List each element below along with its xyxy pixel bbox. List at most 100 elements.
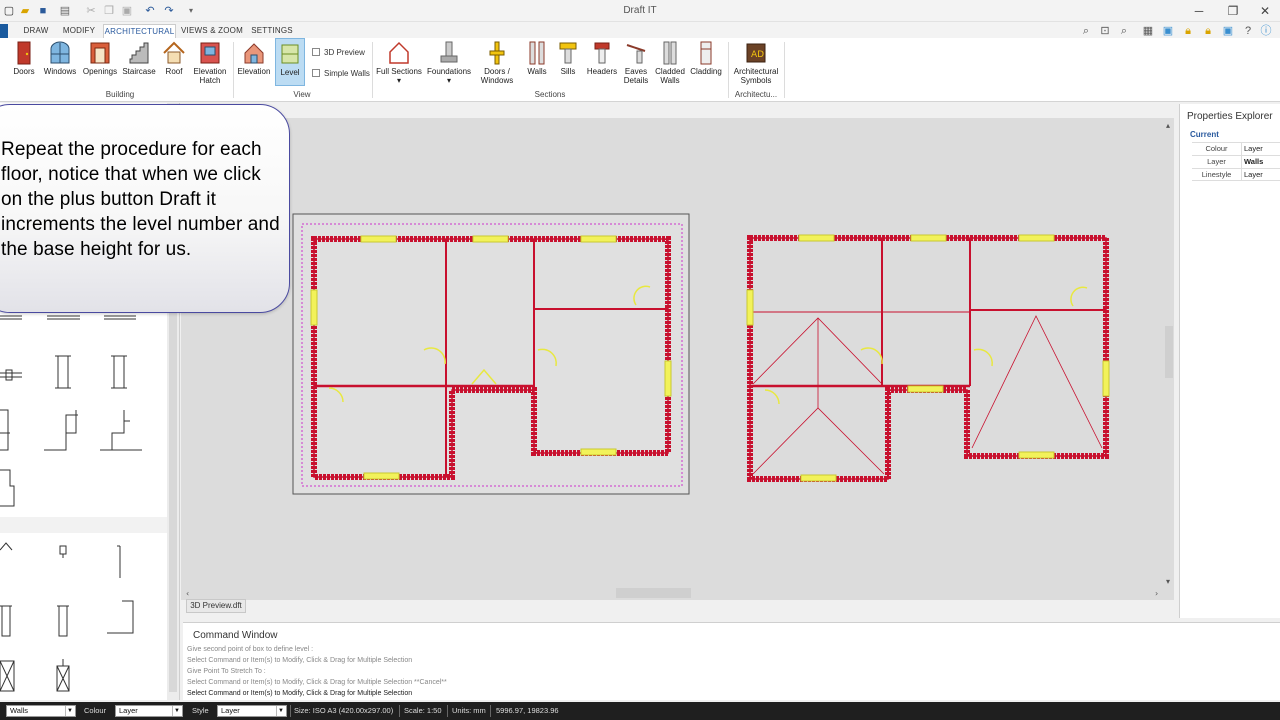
- symbol-item[interactable]: [100, 410, 142, 451]
- file-tab[interactable]: [0, 24, 8, 38]
- headers-button[interactable]: Headers: [586, 40, 618, 88]
- redo-icon[interactable]: ↷: [162, 4, 176, 18]
- tab-views-zoom[interactable]: VIEWS & ZOOM: [181, 24, 243, 38]
- status-divider: [290, 705, 291, 717]
- symbol-item[interactable]: [44, 410, 78, 451]
- symbol-item[interactable]: [107, 600, 134, 634]
- full-sections-button[interactable]: Full Sections ▾: [376, 40, 422, 88]
- zoom-extents-icon[interactable]: ⌕: [1116, 24, 1132, 38]
- save-icon[interactable]: ■: [36, 4, 50, 18]
- cladding-button[interactable]: Cladding: [690, 40, 722, 88]
- command-line: Give Point To Stretch To :: [187, 668, 266, 675]
- symbol-item[interactable]: [0, 469, 15, 507]
- property-row-linestyle[interactable]: Linestyle Layer: [1192, 168, 1280, 181]
- symbol-item[interactable]: [0, 660, 15, 692]
- ortho-icon[interactable]: ▣: [1220, 24, 1236, 38]
- tab-settings[interactable]: SETTINGS: [250, 24, 294, 38]
- scale[interactable]: Scale: 1:50: [404, 705, 442, 717]
- symbol-item[interactable]: [0, 315, 22, 320]
- property-row-layer[interactable]: Layer Walls: [1192, 155, 1280, 168]
- copy-icon[interactable]: ❐: [102, 4, 116, 18]
- command-prompt[interactable]: Select Command or Item(s) to Modify, Cli…: [187, 690, 412, 697]
- scroll-down-icon[interactable]: ▾: [1166, 577, 1170, 586]
- layer-select[interactable]: Walls ▼: [6, 705, 76, 717]
- walls-button[interactable]: Walls: [524, 40, 550, 88]
- doors-button[interactable]: Doors: [10, 40, 38, 88]
- openings-button[interactable]: Openings: [82, 40, 118, 88]
- symbol-item[interactable]: [111, 355, 127, 389]
- doors-windows-button[interactable]: Doors / Windows: [476, 40, 518, 88]
- symbol-item[interactable]: [47, 315, 80, 320]
- help-icon[interactable]: ?: [1240, 24, 1256, 38]
- document-tab[interactable]: 3D Preview.dft: [186, 599, 246, 613]
- info-icon[interactable]: ⓘ: [1258, 24, 1274, 38]
- callout-text: Repeat the procedure for each floor, not…: [1, 139, 280, 260]
- symbol-item[interactable]: [57, 605, 69, 637]
- symbol-item[interactable]: [59, 545, 67, 558]
- undo-icon[interactable]: ↶: [143, 4, 157, 18]
- scroll-up-icon[interactable]: ▴: [1166, 121, 1170, 130]
- grid-icon[interactable]: ▦: [1140, 24, 1156, 38]
- library-category-header[interactable]: [0, 517, 167, 533]
- customize-icon[interactable]: ▾: [184, 4, 198, 18]
- canvas-vertical-scrollbar[interactable]: ▴ ▾: [1162, 118, 1176, 588]
- close-icon[interactable]: ✕: [1254, 3, 1276, 19]
- symbol-item[interactable]: [0, 605, 12, 637]
- cut-icon[interactable]: ✂: [84, 4, 98, 18]
- level-button[interactable]: Level: [275, 38, 305, 86]
- foundations-button[interactable]: Foundations ▾: [426, 40, 472, 88]
- symbol-item[interactable]: [0, 409, 10, 451]
- property-row-colour[interactable]: Colour Layer: [1192, 142, 1280, 155]
- eaves-details-icon: [626, 44, 646, 64]
- symbol-item[interactable]: [0, 542, 13, 551]
- drawing-canvas[interactable]: [181, 118, 1174, 600]
- tab-draw[interactable]: DRAW: [18, 24, 54, 38]
- eaves-details-button[interactable]: Eaves Details: [621, 40, 651, 88]
- scroll-right-icon[interactable]: ›: [1155, 589, 1158, 598]
- sills-button[interactable]: Sills: [555, 40, 581, 88]
- symbol-item[interactable]: [0, 369, 22, 381]
- colour-select[interactable]: Layer ▼: [115, 705, 183, 717]
- svg-text:AD: AD: [751, 50, 764, 60]
- elevation-button[interactable]: Elevation: [237, 40, 271, 88]
- zoom-window-icon[interactable]: ⊡: [1097, 24, 1113, 38]
- paste-icon[interactable]: ▣: [120, 4, 134, 18]
- lock-layer-icon[interactable]: 🔒︎: [1200, 24, 1216, 38]
- roof-button[interactable]: Roof: [161, 40, 187, 88]
- roof-icon: [163, 41, 185, 64]
- style-select[interactable]: Layer ▼: [217, 705, 287, 717]
- symbol-item[interactable]: [117, 545, 121, 578]
- restore-icon[interactable]: ❐: [1222, 3, 1244, 19]
- architectural-symbols-button[interactable]: AD Architectural Symbols: [732, 40, 780, 88]
- units[interactable]: Units: mm: [452, 705, 486, 717]
- walls-icon: [529, 41, 545, 65]
- print-icon[interactable]: ▤: [58, 4, 72, 18]
- staircase-button[interactable]: Staircase: [121, 40, 157, 88]
- snap-icon[interactable]: ▣: [1160, 24, 1176, 38]
- open-icon[interactable]: ▰: [18, 4, 32, 18]
- zoom-icon[interactable]: ⌕: [1078, 24, 1094, 38]
- windows-button[interactable]: Windows: [42, 40, 78, 88]
- scroll-thumb[interactable]: [1165, 326, 1173, 378]
- opening-icon: [90, 42, 110, 64]
- tab-architectural[interactable]: ARCHITECTURAL: [103, 24, 176, 38]
- scroll-thumb[interactable]: [616, 588, 691, 598]
- tab-modify[interactable]: MODIFY: [60, 24, 98, 38]
- symbol-item[interactable]: [55, 355, 71, 389]
- symbol-item[interactable]: [104, 315, 136, 320]
- lock-icon[interactable]: 🔒︎: [1180, 24, 1196, 38]
- 3d-preview-checkbox[interactable]: 3D Preview: [312, 48, 365, 57]
- symbol-item[interactable]: [56, 659, 70, 692]
- minimize-icon[interactable]: ─: [1188, 3, 1210, 19]
- dropdown-arrow-icon: ▾: [396, 76, 401, 85]
- cladded-walls-button[interactable]: Cladded Walls: [653, 40, 687, 88]
- scroll-left-icon[interactable]: ‹: [186, 589, 189, 598]
- app-menu-icon[interactable]: ▢: [2, 4, 16, 18]
- elevation-hatch-button[interactable]: Elevation Hatch: [192, 40, 228, 88]
- floor-plan-2[interactable]: [747, 235, 1109, 482]
- paper-size[interactable]: Size: ISO A3 (420.00x297.00): [294, 705, 393, 717]
- simple-walls-checkbox[interactable]: Simple Walls: [312, 69, 370, 78]
- group-label-building: Building: [105, 90, 135, 99]
- canvas-horizontal-scrollbar[interactable]: ‹ ›: [181, 587, 1165, 599]
- foundations-icon: [440, 41, 458, 63]
